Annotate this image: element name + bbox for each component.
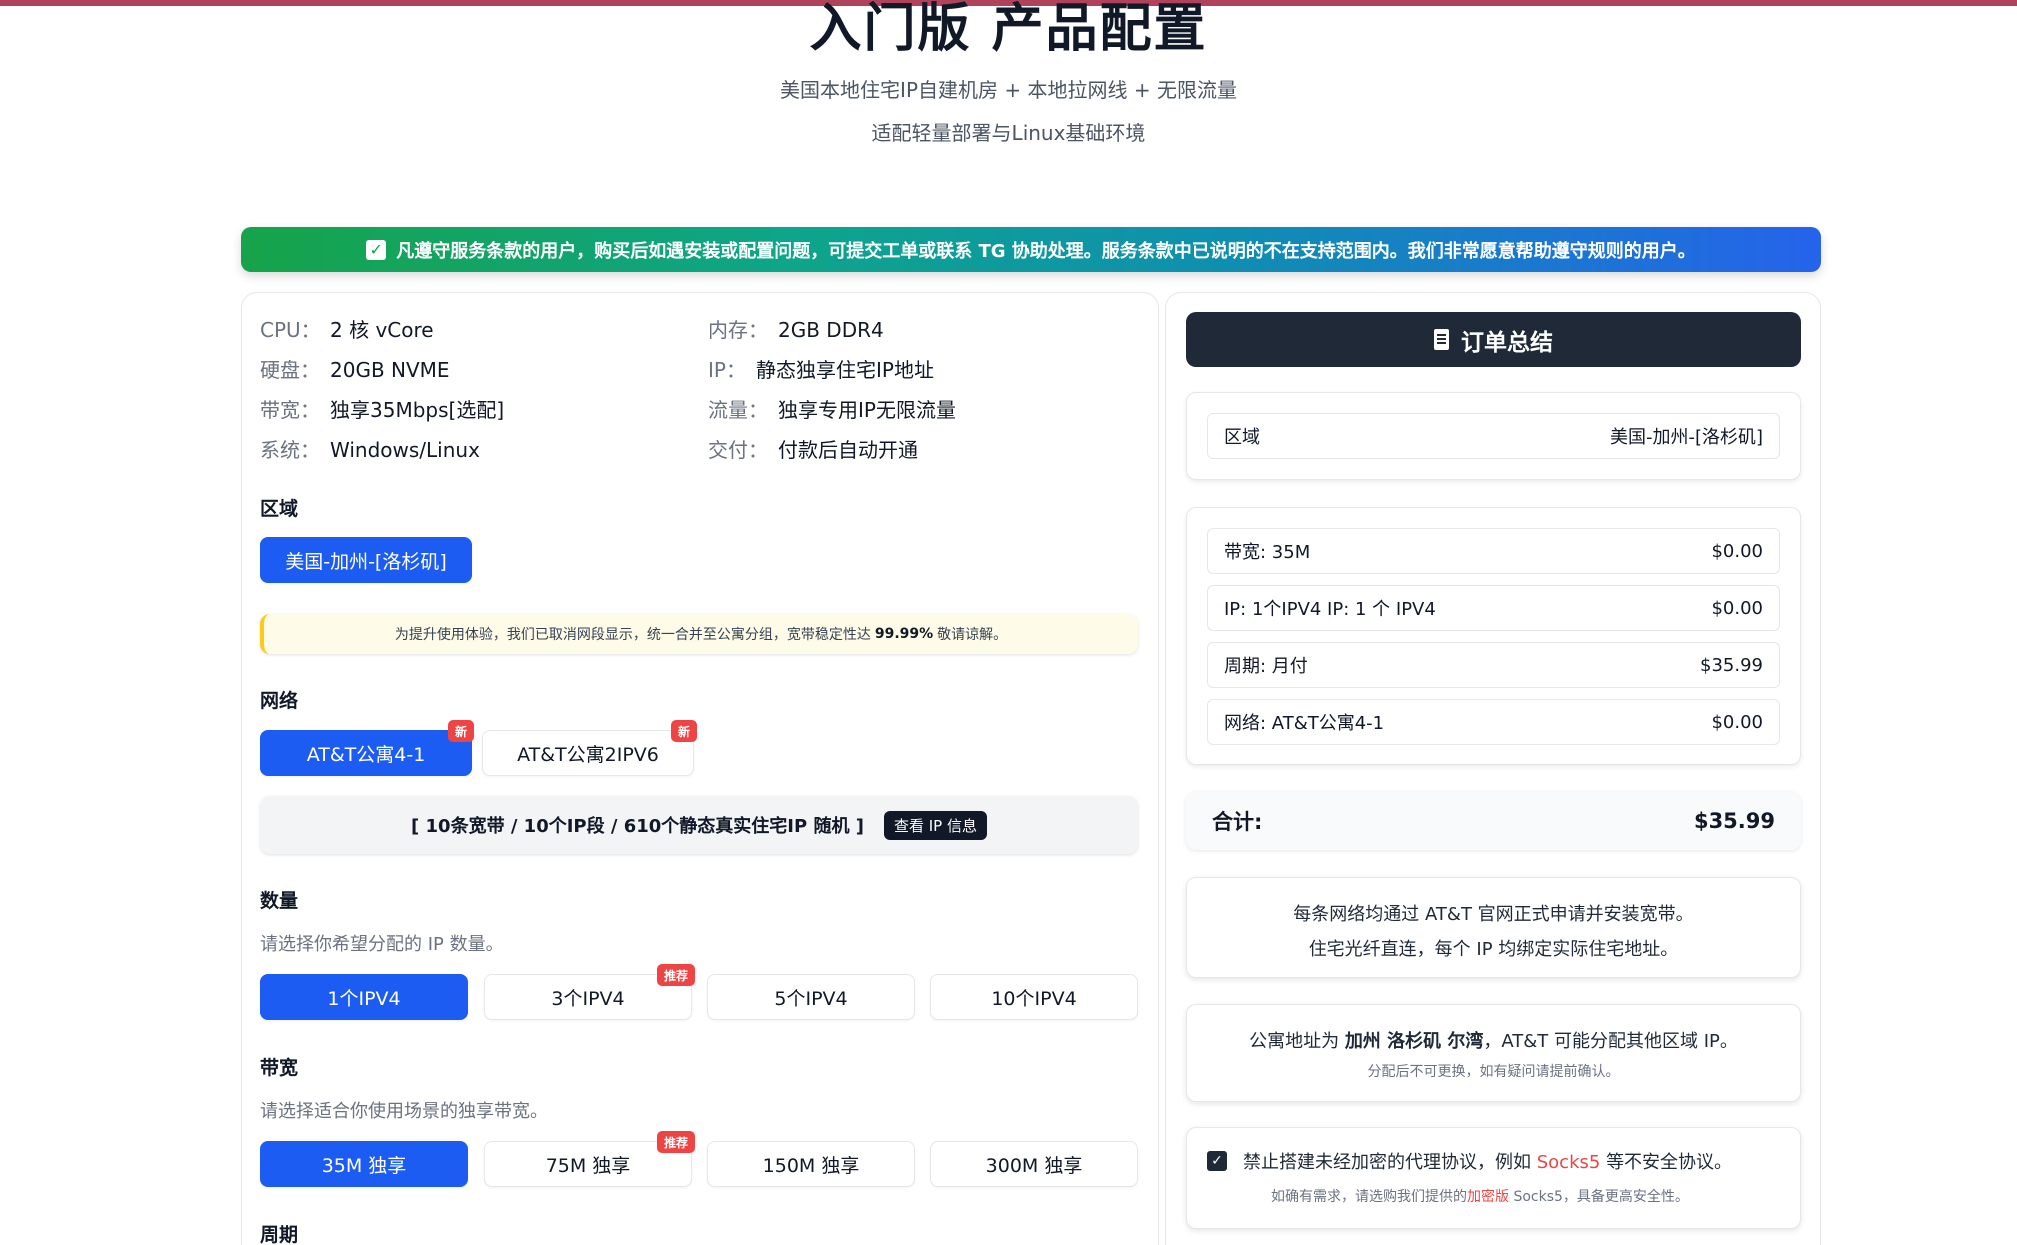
spec-traffic: 流量： 独享专用IP无限流量 — [708, 398, 956, 422]
quantity-option-10[interactable]: 10个IPV4 — [930, 974, 1138, 1020]
region-notice: 为提升使用体验，我们已取消网段显示，统一合并至公寓分组，宽带稳定性达 99.99%… — [260, 614, 1138, 654]
support-banner-text: 凡遵守服务条款的用户，购买后如遇安装或配置问题，可提交工单或联系 TG 协助处理… — [396, 240, 1696, 262]
att-info-box: 每条网络均通过 AT&T 官网正式申请并安装宽带。 住宅光纤直连，每个 IP 均… — [1186, 877, 1801, 978]
spec-delivery: 交付： 付款后自动开通 — [708, 438, 918, 462]
agree-subtext: 如确有需求，请选购我们提供的加密版 Socks5，具备更高安全性。 — [1271, 1189, 1689, 1205]
bandwidth-option-35m[interactable]: 35M 独享 — [260, 1141, 468, 1187]
agree-text: 禁止搭建未经加密的代理协议，例如 Socks5 等不安全协议。 — [1243, 1152, 1733, 1173]
region-title: 区域 — [260, 498, 299, 520]
document-icon — [1434, 329, 1449, 350]
ip-info-text: [ 10条宽带 / 10个IP段 / 610个静态真实住宅IP 随机 ] — [411, 816, 864, 837]
period-title: 周期 — [260, 1224, 299, 1245]
page-subtitle-2: 适配轻量部署与Linux基础环境 — [871, 121, 1146, 145]
bandwidth-option-150m[interactable]: 150M 独享 — [707, 1141, 915, 1187]
recommend-badge: 推荐 — [657, 964, 696, 986]
order-summary-title: 订单总结 — [1461, 329, 1553, 356]
check-icon: ✓ — [366, 239, 387, 260]
bandwidth-hint: 请选择适合你使用场景的独享带宽。 — [260, 1101, 548, 1122]
order-item-period: 周期: 月付 $35.99 — [1207, 642, 1780, 688]
agree-checkbox[interactable]: ✓ — [1207, 1151, 1227, 1171]
spec-ip: IP： 静态独享住宅IP地址 — [708, 358, 934, 382]
bandwidth-title: 带宽 — [260, 1057, 299, 1079]
order-item-network: 网络: AT&T公寓4-1 $0.00 — [1207, 699, 1780, 745]
quantity-option-1[interactable]: 1个IPV4 — [260, 974, 468, 1020]
support-banner: ✓ 凡遵守服务条款的用户，购买后如遇安装或配置问题，可提交工单或联系 TG 协助… — [241, 227, 1821, 272]
address-info-box: 公寓地址为 加州 洛杉矶 尔湾，AT&T 可能分配其他区域 IP。 分配后不可更… — [1186, 1004, 1801, 1102]
view-ip-info-button[interactable]: 查看 IP 信息 — [883, 810, 987, 840]
spec-disk: 硬盘： 20GB NVME — [260, 358, 450, 382]
order-summary-header: 订单总结 — [1186, 312, 1801, 367]
order-item-ip: IP: 1个IPV4 IP: 1 个 IPV4 $0.00 — [1207, 585, 1780, 631]
network-title: 网络 — [260, 690, 299, 712]
network-option-att-2ipv6[interactable]: AT&T公寓2IPV6 — [482, 730, 694, 776]
order-region-row: 区域 美国-加州-[洛杉矶] — [1207, 413, 1780, 459]
ip-info-bar: [ 10条宽带 / 10个IP段 / 610个静态真实住宅IP 随机 ] 查看 … — [260, 796, 1138, 854]
spec-memory: 内存： 2GB DDR4 — [708, 318, 884, 342]
new-badge: 新 — [448, 720, 475, 742]
order-item-bandwidth: 带宽: 35M $0.00 — [1207, 528, 1780, 574]
bandwidth-option-300m[interactable]: 300M 独享 — [930, 1141, 1138, 1187]
quantity-option-5[interactable]: 5个IPV4 — [707, 974, 915, 1020]
network-option-att-4-1[interactable]: AT&T公寓4-1 — [260, 730, 472, 776]
page-subtitle: 美国本地住宅IP自建机房 + 本地拉网线 + 无限流量 — [780, 78, 1237, 102]
spec-bandwidth: 带宽： 独享35Mbps[选配] — [260, 398, 505, 422]
new-badge: 新 — [671, 720, 698, 742]
page-title: 入门版 产品配置 — [809, 0, 1208, 59]
order-total: 合计: $35.99 — [1186, 792, 1801, 850]
spec-system: 系统： Windows/Linux — [260, 438, 480, 462]
spec-cpu: CPU： 2 核 vCore — [260, 318, 434, 342]
quantity-title: 数量 — [260, 890, 299, 912]
region-option-la[interactable]: 美国-加州-[洛杉矶] — [260, 537, 472, 583]
recommend-badge: 推荐 — [657, 1131, 696, 1153]
protocol-agreement-box — [1186, 1127, 1801, 1229]
quantity-hint: 请选择你希望分配的 IP 数量。 — [260, 934, 504, 955]
